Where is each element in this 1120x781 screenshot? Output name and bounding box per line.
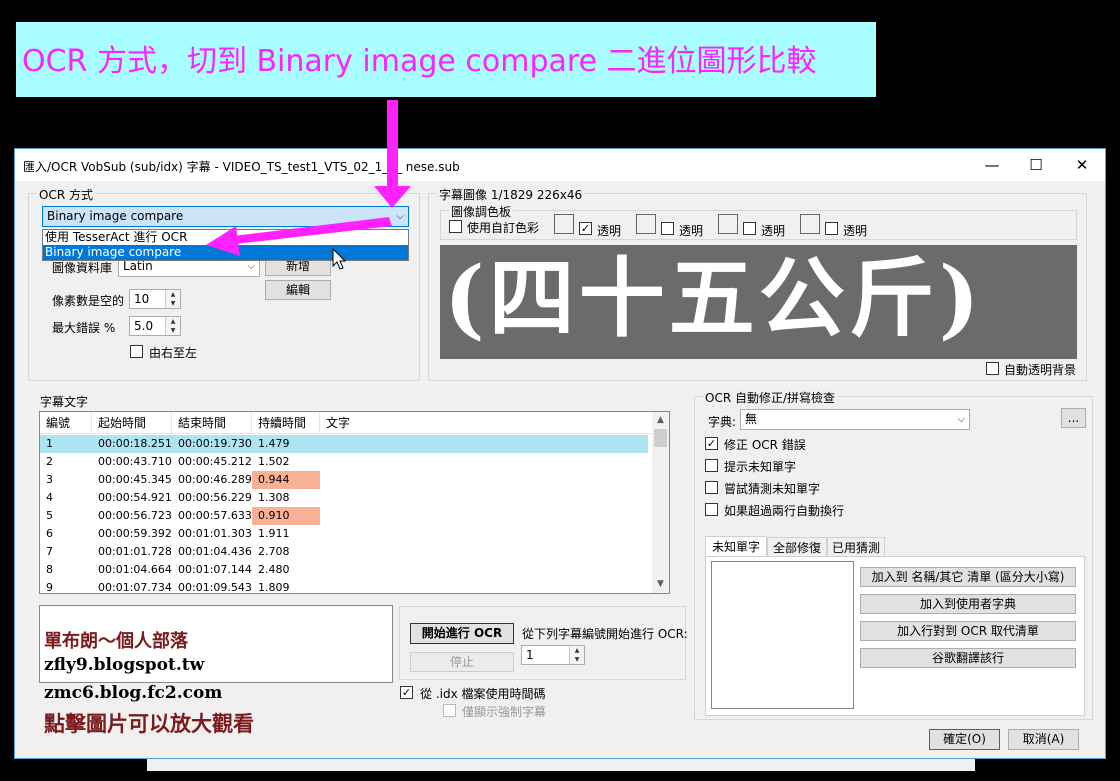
arrow-down-icon	[374, 100, 411, 208]
arrow-left-icon	[206, 217, 392, 256]
annotation-arrows	[206, 100, 411, 270]
mouse-cursor-icon	[332, 247, 347, 270]
